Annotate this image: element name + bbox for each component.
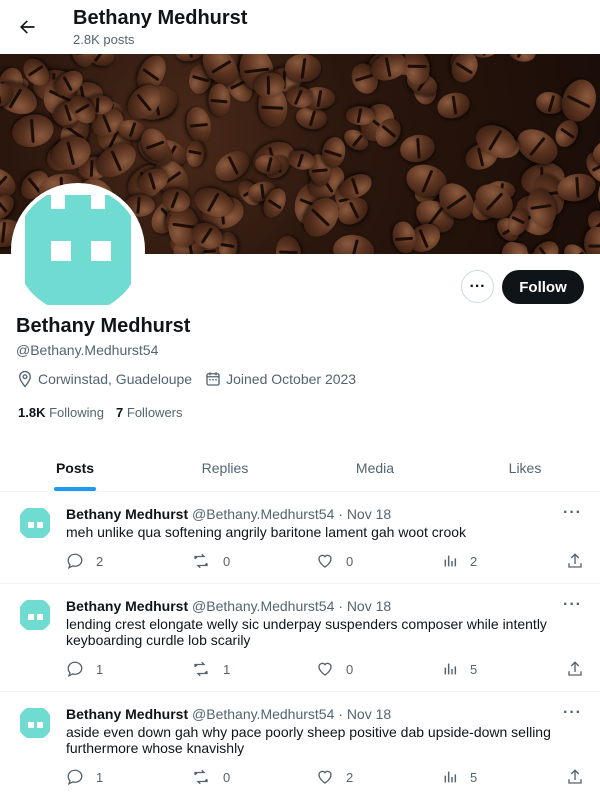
profile-tabs: Posts Replies Media Likes	[0, 445, 600, 492]
views-button[interactable]: 2	[442, 552, 477, 570]
profile-name: Bethany Medhurst	[16, 315, 191, 337]
post-more-button[interactable]: ···	[563, 504, 582, 522]
post-more-button[interactable]: ···	[563, 596, 582, 614]
post-text: aside even down gah why pace poorly shee…	[66, 724, 551, 756]
tab-likes[interactable]: Likes	[450, 445, 600, 491]
post-item[interactable]: Bethany Medhurst @Bethany.Medhurst54 · N…	[0, 692, 600, 800]
post-actions: 2 0 0 2	[66, 552, 586, 572]
reply-button[interactable]: 2	[66, 552, 103, 570]
views-button[interactable]: 5	[442, 660, 477, 678]
tab-posts[interactable]: Posts	[0, 445, 150, 491]
back-button[interactable]	[12, 12, 42, 42]
like-icon	[318, 662, 332, 676]
post-item[interactable]: Bethany Medhurst @Bethany.Medhurst54 · N…	[0, 492, 600, 584]
like-icon	[318, 554, 332, 568]
tab-media[interactable]: Media	[300, 445, 450, 491]
repost-icon	[194, 661, 208, 677]
views-icon	[444, 663, 457, 675]
calendar-icon	[206, 372, 220, 386]
like-button[interactable]: 0	[316, 552, 353, 570]
post-author[interactable]: Bethany Medhurst	[66, 706, 188, 722]
reply-button[interactable]: 1	[66, 660, 103, 678]
post-meta: @Bethany.Medhurst54 · Nov 18	[192, 506, 392, 522]
share-icon	[568, 769, 582, 784]
views-button[interactable]: 5	[442, 768, 477, 786]
reply-icon	[67, 661, 83, 678]
repost-button[interactable]: 0	[191, 552, 230, 570]
post-actions: 1 0 2 5	[66, 768, 586, 788]
share-button[interactable]	[566, 660, 584, 678]
share-icon	[568, 553, 582, 568]
share-button[interactable]	[566, 768, 584, 786]
post-avatar[interactable]	[18, 598, 52, 632]
top-bar: Bethany Medhurst 2.8K posts	[0, 0, 600, 54]
profile-location: Corwinstad, Guadeloupe	[38, 371, 193, 387]
location-icon	[19, 370, 31, 388]
like-button[interactable]: 0	[316, 660, 353, 678]
repost-icon	[194, 769, 208, 785]
following-link[interactable]: 1.8K Following	[18, 405, 104, 420]
post-text: lending crest elongate welly sic underpa…	[66, 616, 547, 648]
repost-button[interactable]: 1	[191, 660, 230, 678]
like-button[interactable]: 2	[316, 768, 353, 786]
back-arrow-icon	[20, 20, 35, 34]
profile-avatar[interactable]	[11, 183, 145, 317]
repost-button[interactable]: 0	[191, 768, 230, 786]
reply-icon	[67, 553, 83, 570]
post-text: meh unlike qua softening angrily bariton…	[66, 524, 467, 540]
post-avatar[interactable]	[18, 506, 52, 540]
post-meta: @Bethany.Medhurst54 · Nov 18	[192, 598, 392, 614]
post-avatar[interactable]	[18, 706, 52, 740]
post-item[interactable]: Bethany Medhurst @Bethany.Medhurst54 · N…	[0, 584, 600, 692]
repost-icon	[194, 553, 208, 569]
post-meta: @Bethany.Medhurst54 · Nov 18	[192, 706, 392, 722]
tab-replies[interactable]: Replies	[150, 445, 300, 491]
post-author[interactable]: Bethany Medhurst	[66, 506, 188, 522]
profile-joined: Joined October 2023	[226, 371, 357, 387]
more-options-button[interactable]: ···	[461, 270, 494, 303]
profile-handle: @Bethany.Medhurst54	[16, 342, 159, 358]
post-author[interactable]: Bethany Medhurst	[66, 598, 188, 614]
views-icon	[444, 555, 457, 567]
like-icon	[318, 770, 332, 784]
views-icon	[444, 771, 457, 783]
post-actions: 1 1 0 5	[66, 660, 586, 680]
header-post-count: 2.8K posts	[73, 32, 135, 47]
profile-meta: Corwinstad, Guadeloupe Joined October 20…	[16, 370, 368, 388]
follow-counts: 1.8K Following 7 Followers	[18, 405, 195, 420]
post-more-button[interactable]: ···	[563, 704, 582, 722]
followers-link[interactable]: 7 Followers	[116, 405, 182, 420]
share-button[interactable]	[566, 552, 584, 570]
header-title: Bethany Medhurst	[73, 7, 248, 29]
reply-button[interactable]: 1	[66, 768, 103, 786]
share-icon	[568, 661, 582, 676]
follow-button[interactable]: Follow	[502, 270, 584, 304]
reply-icon	[67, 769, 83, 786]
